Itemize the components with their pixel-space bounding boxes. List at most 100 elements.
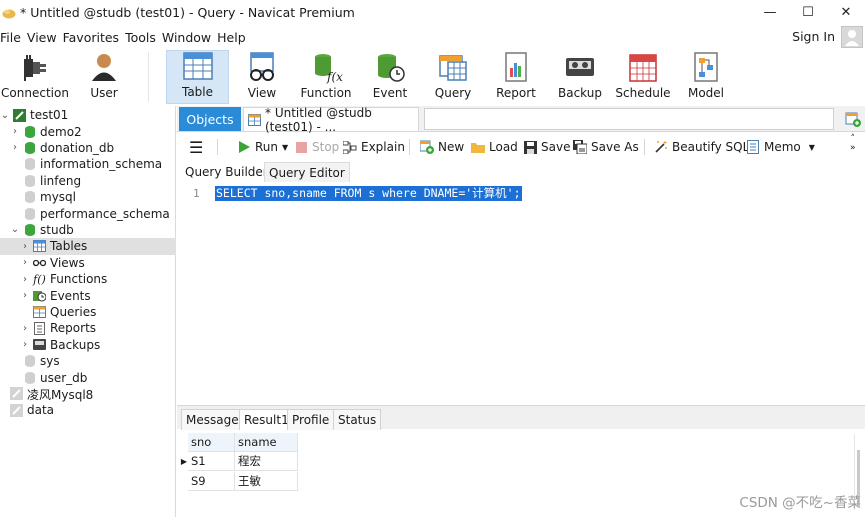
schedule-icon bbox=[626, 50, 660, 84]
tab-query-editor[interactable]: Query Editor bbox=[264, 162, 350, 182]
nav-item-sys[interactable]: sys bbox=[0, 353, 176, 369]
nav-item-tables[interactable]: › Tables bbox=[0, 238, 176, 255]
toolbar-report-button[interactable]: Report bbox=[486, 50, 546, 104]
menu-view[interactable]: View bbox=[27, 30, 63, 45]
user-avatar-icon bbox=[845, 30, 859, 46]
table-cell[interactable]: S1 bbox=[188, 452, 235, 471]
nav-item-functions[interactable]: › f() Functions bbox=[0, 271, 176, 287]
toolbar-connection-button[interactable]: Connection bbox=[1, 50, 69, 104]
load-button[interactable]: Load bbox=[471, 138, 518, 156]
editor-subtabs: Query Builder Query Editor bbox=[177, 160, 865, 182]
toolbar-schedule-button[interactable]: Schedule bbox=[613, 50, 673, 104]
toolbar-function-button[interactable]: f(x) Function bbox=[295, 50, 357, 104]
nav-item-information-schema[interactable]: information_schema bbox=[0, 156, 176, 172]
nav-item-lingfeng-mysql8[interactable]: 凌风Mysql8 bbox=[0, 386, 176, 402]
toolbar-view-label: View bbox=[247, 86, 277, 100]
nav-item-label: Views bbox=[50, 255, 85, 270]
toolbar-query-button[interactable]: Query bbox=[423, 50, 483, 104]
tab-profile[interactable]: Profile bbox=[287, 409, 335, 430]
nav-item-label: Queries bbox=[50, 304, 97, 319]
toolbar-schedule-label: Schedule bbox=[615, 86, 671, 100]
nav-item-backups[interactable]: › Backups bbox=[0, 337, 176, 353]
tab-query-builder[interactable]: Query Builder bbox=[181, 162, 272, 182]
nav-item-donation-db[interactable]: › donation_db bbox=[0, 140, 176, 156]
memo-button[interactable]: Memo ▼ bbox=[746, 138, 815, 156]
chevron-down-icon[interactable]: ▼ bbox=[282, 143, 288, 152]
chevron-down-icon[interactable]: ⌄ bbox=[10, 224, 20, 235]
table-cell[interactable]: 王敏 bbox=[235, 472, 298, 491]
chevron-right-icon[interactable]: › bbox=[20, 241, 30, 252]
result-tabs: Message Result1 Profile Status bbox=[177, 405, 865, 430]
menu-tools[interactable]: Tools bbox=[125, 30, 162, 45]
nav-item-studb[interactable]: ⌄ studb bbox=[0, 222, 176, 238]
table-cell[interactable]: S9 bbox=[188, 472, 235, 491]
nav-item-mysql[interactable]: mysql bbox=[0, 189, 176, 205]
toolbar-user-button[interactable]: User bbox=[74, 50, 134, 104]
tab-objects[interactable]: Objects bbox=[179, 107, 241, 131]
save-button[interactable]: Save bbox=[523, 138, 570, 156]
tab-message[interactable]: Message bbox=[181, 409, 244, 430]
nav-item-label: test01 bbox=[30, 108, 69, 123]
nav-item-views[interactable]: › Views bbox=[0, 255, 176, 271]
database-closed-icon bbox=[23, 158, 36, 171]
chevron-right-icon[interactable]: › bbox=[20, 323, 30, 334]
run-button[interactable]: Run ▼ bbox=[237, 138, 288, 156]
menu-bar: File View Favorites Tools Window Help bbox=[0, 26, 865, 48]
chevron-down-icon[interactable]: ⌄ bbox=[0, 110, 10, 121]
tab-result1[interactable]: Result1 bbox=[239, 409, 294, 430]
nav-item-label: linfeng bbox=[40, 173, 82, 188]
menu-help[interactable]: Help bbox=[217, 30, 252, 45]
sign-in-link[interactable]: Sign In bbox=[792, 29, 835, 44]
save-as-button[interactable]: Save As bbox=[573, 138, 639, 156]
nav-item-reports[interactable]: › Reports bbox=[0, 320, 176, 336]
sql-editor[interactable]: 1 SELECT sno,sname FROM s where DNAME='计… bbox=[177, 182, 865, 404]
chevron-right-icon[interactable]: › bbox=[20, 257, 30, 268]
nav-item-user-db[interactable]: user_db bbox=[0, 369, 176, 385]
table-cell[interactable]: 程宏 bbox=[235, 452, 298, 471]
new-button[interactable]: New bbox=[420, 138, 464, 156]
nav-item-performance-schema[interactable]: performance_schema bbox=[0, 205, 176, 221]
menu-favorites[interactable]: Favorites bbox=[63, 30, 125, 45]
nav-item-queries[interactable]: Queries bbox=[0, 304, 176, 320]
chevron-right-icon[interactable]: › bbox=[20, 274, 30, 285]
chevron-right-icon[interactable]: › bbox=[10, 126, 20, 137]
chevron-right-icon[interactable]: › bbox=[10, 142, 20, 153]
beautify-sql-button[interactable]: Beautify SQL bbox=[654, 138, 749, 156]
minimize-button[interactable]: — bbox=[751, 0, 789, 25]
toolbar-overflow-button[interactable]: ˄ » bbox=[850, 135, 856, 153]
sql-code-line[interactable]: SELECT sno,sname FROM s where DNAME='计算机… bbox=[215, 186, 522, 201]
hamburger-menu-button[interactable]: ☰ bbox=[189, 138, 203, 157]
tab-untitled-query[interactable]: * Untitled @studb (test01) - ... bbox=[243, 106, 419, 134]
nav-item-data[interactable]: data bbox=[0, 402, 176, 418]
maximize-button[interactable]: ☐ bbox=[789, 0, 827, 25]
document-tab-strip: Objects * Untitled @studb (test01) - ... bbox=[177, 106, 865, 134]
toolbar-model-button[interactable]: Model bbox=[676, 50, 736, 104]
query-tab-icon bbox=[248, 113, 261, 126]
column-header-sname[interactable]: sname bbox=[235, 433, 298, 452]
toolbar-event-button[interactable]: Event bbox=[360, 50, 420, 104]
nav-item-demo2[interactable]: › demo2 bbox=[0, 123, 176, 139]
toolbar-function-label: Function bbox=[300, 86, 352, 100]
database-closed-icon bbox=[23, 191, 36, 204]
menu-file[interactable]: File bbox=[0, 30, 27, 45]
toolbar-table-button[interactable]: Table bbox=[166, 50, 229, 104]
toolbar-backup-button[interactable]: Backup bbox=[550, 50, 610, 104]
nav-item-test01[interactable]: ⌄ test01 bbox=[0, 107, 176, 123]
close-button[interactable]: ✕ bbox=[827, 0, 865, 25]
chevron-down-icon[interactable]: ▼ bbox=[809, 143, 815, 152]
explain-button[interactable]: Explain bbox=[343, 138, 405, 156]
tab-status[interactable]: Status bbox=[333, 409, 382, 430]
toolbar-view-button[interactable]: View bbox=[232, 50, 292, 104]
stop-button[interactable]: Stop bbox=[294, 138, 339, 156]
column-header-sno[interactable]: sno bbox=[188, 433, 235, 452]
nav-item-linfeng[interactable]: linfeng bbox=[0, 173, 176, 189]
toolbar-model-label: Model bbox=[687, 86, 725, 100]
chevron-right-icon[interactable]: › bbox=[20, 339, 30, 350]
menu-window[interactable]: Window bbox=[162, 30, 217, 45]
nav-item-events[interactable]: › Events bbox=[0, 287, 176, 303]
model-icon bbox=[689, 50, 723, 84]
chevron-right-icon[interactable]: › bbox=[20, 290, 30, 301]
avatar[interactable] bbox=[841, 26, 863, 48]
new-query-icon[interactable] bbox=[845, 111, 861, 127]
nav-item-label: demo2 bbox=[40, 124, 82, 139]
